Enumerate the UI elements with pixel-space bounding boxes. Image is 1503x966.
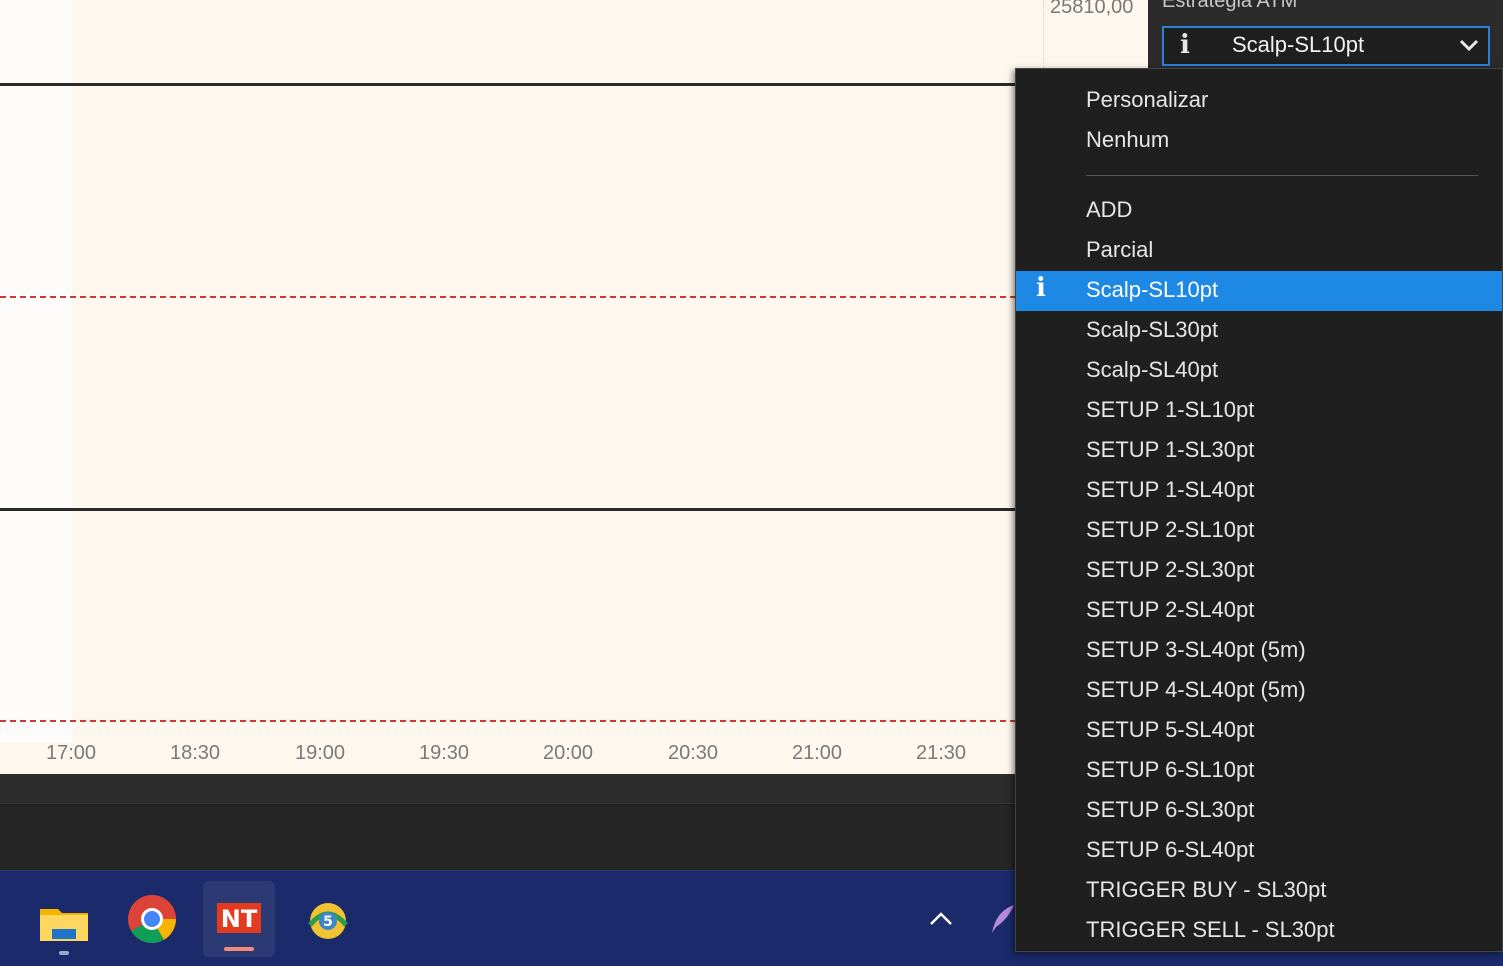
svg-text:5: 5 [323, 914, 333, 930]
dropdown-item-label: Scalp-SL10pt [1086, 277, 1219, 302]
feather-tray-icon[interactable] [988, 901, 1018, 937]
dropdown-item-label: SETUP 4-SL40pt (5m) [1086, 677, 1306, 702]
dropdown-item-label: Nenhum [1086, 127, 1170, 152]
dropdown-item[interactable]: SETUP 1-SL30pt [1016, 431, 1502, 471]
dropdown-item[interactable]: ADD [1016, 191, 1502, 231]
chrome-icon [128, 895, 176, 944]
dropdown-item[interactable]: i Scalp-SL10pt [1016, 271, 1502, 311]
taskbar-app-chrome[interactable] [116, 881, 188, 957]
dropdown-item-label: Personalizar [1086, 87, 1209, 112]
chart-tabs-bar [0, 805, 1016, 870]
time-tick: 21:00 [791, 742, 843, 764]
dropdown-item[interactable]: SETUP 1-SL10pt [1016, 391, 1502, 431]
dropdown-item-label: SETUP 6-SL30pt [1086, 797, 1255, 822]
dropdown-item[interactable]: SETUP 5-SL40pt [1016, 711, 1502, 751]
dropdown-item[interactable]: SETUP 2-SL40pt [1016, 591, 1502, 631]
dropdown-item[interactable]: SETUP 4-SL40pt (5m) [1016, 671, 1502, 711]
horizontal-line[interactable] [0, 83, 1016, 86]
active-app-indicator [224, 947, 254, 951]
dropdown-item-label: SETUP 1-SL30pt [1086, 437, 1255, 462]
dropdown-item-label: TRIGGER SELL - SL30pt [1086, 917, 1335, 942]
dropdown-item-label: Parcial [1086, 237, 1154, 262]
taskbar-app-metatrader5[interactable]: 5 [292, 881, 364, 957]
price-label: 25810,00 [1050, 0, 1134, 18]
dropdown-item[interactable]: SETUP 6-SL30pt [1016, 791, 1502, 831]
dropdown-item-label: SETUP 2-SL30pt [1086, 557, 1255, 582]
dropdown-item-label: SETUP 3-SL40pt (5m) [1086, 637, 1306, 662]
dashed-price-line[interactable] [0, 720, 1016, 722]
dropdown-item-label: SETUP 2-SL10pt [1086, 517, 1255, 542]
dropdown-item[interactable]: SETUP 3-SL40pt (5m) [1016, 631, 1502, 671]
info-icon: i [1180, 30, 1190, 60]
dropdown-item-label: Scalp-SL30pt [1086, 317, 1219, 342]
dropdown-item[interactable]: TRIGGER BUY - SL30pt [1016, 871, 1502, 911]
dropdown-item-label: SETUP 1-SL40pt [1086, 477, 1255, 502]
dropdown-item[interactable]: Scalp-SL30pt [1016, 311, 1502, 351]
dropdown-item[interactable]: SETUP 6-SL40pt [1016, 831, 1502, 871]
dropdown-item-label: Scalp-SL40pt [1086, 357, 1219, 382]
dropdown-item-label: SETUP 6-SL10pt [1086, 757, 1255, 782]
time-tick: 19:00 [294, 742, 346, 764]
dropdown-item-label: ADD [1086, 197, 1133, 222]
dropdown-item[interactable]: Personalizar [1016, 81, 1502, 121]
chevron-down-icon [1459, 39, 1479, 52]
taskbar-app-ninjatrader[interactable]: NT [203, 881, 275, 957]
dropdown-item[interactable]: TRIGGER SELL - SL30pt [1016, 911, 1502, 951]
atm-strategy-dropdown-list[interactable]: Personalizar Nenhum ADD Parcial i Scalp-SL10p… [1015, 68, 1503, 952]
horizontal-line[interactable] [0, 508, 1016, 511]
taskbar-app-file-explorer[interactable] [28, 881, 100, 957]
dropdown-item[interactable]: Parcial [1016, 231, 1502, 271]
dropdown-item[interactable]: SETUP 6-SL10pt [1016, 751, 1502, 791]
dropdown-item[interactable]: Scalp-SL40pt [1016, 351, 1502, 391]
time-axis: 17:00 18:30 19:00 19:30 20:00 20:30 21:0… [0, 742, 1016, 774]
time-tick: 18:30 [169, 742, 221, 764]
dropdown-item-label: TRIGGER BUY - SL30pt [1086, 877, 1327, 902]
time-tick: 21:30 [915, 742, 967, 764]
chart-left-margin [0, 0, 72, 742]
time-tick: 17:00 [45, 742, 97, 764]
dropdown-separator [1086, 175, 1478, 176]
dropdown-item-label: SETUP 2-SL40pt [1086, 597, 1255, 622]
file-explorer-icon [40, 909, 88, 955]
dropdown-item-label: SETUP 1-SL10pt [1086, 397, 1255, 422]
time-tick: 20:30 [667, 742, 719, 764]
dropdown-item[interactable]: Nenhum [1016, 121, 1502, 161]
metatrader5-icon: 5 [308, 903, 348, 939]
dropdown-item[interactable]: SETUP 1-SL40pt [1016, 471, 1502, 511]
chart-area[interactable]: 17:00 18:30 19:00 19:30 20:00 20:30 21:0… [0, 0, 1016, 774]
time-tick: 19:30 [418, 742, 470, 764]
time-tick: 20:00 [542, 742, 594, 764]
svg-text:NT: NT [221, 905, 258, 933]
dropdown-item[interactable]: SETUP 2-SL10pt [1016, 511, 1502, 551]
dropdown-item-label: SETUP 6-SL40pt [1086, 837, 1255, 862]
show-hidden-icons-chevron-icon[interactable] [924, 907, 958, 931]
atm-strategy-select[interactable]: i Scalp-SL10pt [1162, 26, 1490, 66]
chart-scrollbar[interactable] [0, 774, 1016, 804]
price-axis-separator [1043, 0, 1044, 70]
atm-strategy-label: Estratégia ATM [1162, 0, 1298, 12]
atm-strategy-selected-value: Scalp-SL10pt [1232, 32, 1365, 57]
dashed-price-line[interactable] [0, 296, 1016, 298]
ninjatrader-icon: NT [217, 903, 261, 933]
dropdown-item-label: SETUP 5-SL40pt [1086, 717, 1255, 742]
info-icon: i [1036, 273, 1046, 303]
dropdown-item[interactable]: SETUP 2-SL30pt [1016, 551, 1502, 591]
